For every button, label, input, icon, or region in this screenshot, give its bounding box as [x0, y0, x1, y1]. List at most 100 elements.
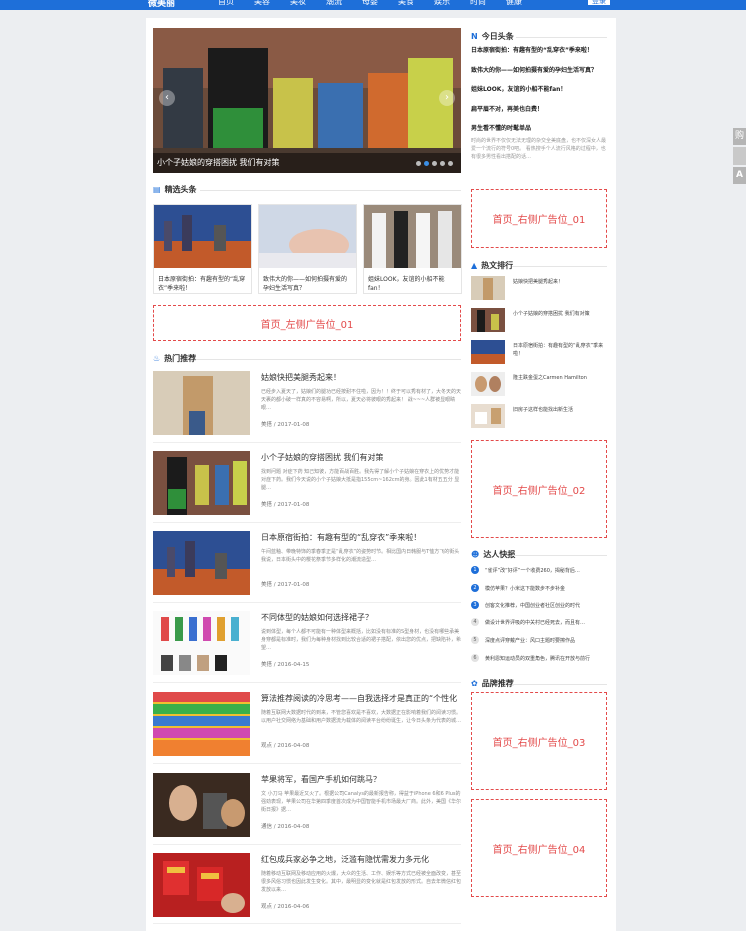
article-title[interactable]: 姑娘快把美腿秀起来！ — [261, 372, 341, 383]
ad-slot-right-04[interactable]: 首页_右侧广告位_04 — [471, 799, 607, 897]
divider — [516, 37, 607, 38]
site-logo[interactable]: 微美丽 — [148, 0, 175, 9]
article-item[interactable]: 算法推荐阅读的冷思考——自我选择才是真正的“个性化 随着互联网大数据时代的到来，… — [153, 692, 461, 760]
article-title[interactable]: 日本原宿街拍：有趣有型的“乱穿衣”季来啦！ — [261, 532, 421, 543]
article-title[interactable]: 小个子姑娘的穿搭困扰 我们有对策 — [261, 452, 384, 463]
hot-list-item[interactable]: 小个子姑娘的穿搭困扰 我们有对策 — [471, 308, 607, 332]
hot-list-item[interactable]: 隆主跌金蛋之Carmen Hamilton — [471, 372, 607, 396]
divider — [153, 844, 461, 845]
article-desc: 文 小刀马 苹果最近又火了。根据公司Canalys的最新报告称，得益于iPhon… — [261, 791, 461, 813]
flash-title[interactable]: “雀评”改“好评”一个收费260，揭秘背后… — [485, 567, 580, 574]
article-item[interactable]: 姑娘快把美腿秀起来！ 已经步入夏天了，姑娘们的腿功已经按耐不住啦，因为！！终于可… — [153, 371, 461, 439]
slider-dot-active[interactable] — [424, 161, 429, 166]
nav-item[interactable]: 美食 — [398, 0, 414, 7]
hot-list-item[interactable]: 旧房子这样也能找出新生活 — [471, 404, 607, 428]
flame-icon: ▲ — [471, 261, 478, 270]
article-meta: 美搭 / 2016-04-15 — [261, 662, 310, 668]
article-thumb — [153, 853, 250, 917]
hot-title[interactable]: 姑娘快把美腿秀起来！ — [513, 278, 605, 286]
hot-thumb — [471, 340, 505, 364]
article-thumb — [153, 531, 250, 595]
ad-slot-right-03[interactable]: 首页_右侧广告位_03 — [471, 692, 607, 790]
card-title[interactable]: 致伟大的你——如何拍摄有爱的孕妇生活写真？ — [259, 272, 356, 296]
card-title[interactable]: 姐妹LOOK，友谊的小船不能fan！ — [364, 272, 461, 296]
article-thumb — [153, 692, 250, 756]
hot-thumb — [471, 308, 505, 332]
article-title[interactable]: 苹果将军，看国产手机如何跳马？ — [261, 774, 381, 785]
ad-slot-right-02[interactable]: 首页_右侧广告位_02 — [471, 440, 607, 538]
today-news-heading: N 今日头条 — [471, 32, 514, 41]
article-item[interactable]: 不同体型的姑娘如何选择裙子？ 说到体型，每个人都不可能有一种体型来概括，比如没有… — [153, 611, 461, 679]
slider-dot[interactable] — [448, 161, 453, 166]
article-meta: 美搭 / 2017-01-08 — [261, 422, 310, 428]
article-title[interactable]: 不同体型的姑娘如何选择裙子？ — [261, 612, 373, 623]
today-news-item[interactable]: 致伟大的你——如何拍摄有爱的孕妇生活写真？ — [471, 65, 597, 74]
card-title[interactable]: 日本原宿街拍：有趣有型的“乱穿衣”季来啦！ — [154, 272, 251, 296]
nav-item[interactable]: 潮流 — [326, 0, 342, 7]
nav-item[interactable]: 娱乐 — [434, 0, 450, 7]
today-news-item[interactable]: 姐妹LOOK，友谊的小船不能fan！ — [471, 84, 566, 93]
flash-title[interactable]: 做设计世界评吸的中关村已经死去，而且有… — [485, 619, 585, 626]
article-desc: 随着移动互联网及移动应用的火爆，大众的生活、工作、娱乐等方式已经被全面改变，甚至… — [261, 871, 461, 893]
ad-slot-right-01[interactable]: 首页_右侧广告位_01 — [471, 189, 607, 248]
today-news-item[interactable]: 日本原宿街拍：有趣有型的“乱穿衣”季来啦！ — [471, 45, 593, 54]
slider-caption[interactable]: 小个子姑娘的穿搭困扰 我们有对策 — [153, 153, 461, 173]
article-item[interactable]: 日本原宿街拍：有趣有型的“乱穿衣”季来啦！ 午间蓝釉、带晚特饰的季春季正是“乱穿… — [153, 531, 461, 599]
slider-next-button[interactable]: › — [439, 90, 455, 106]
today-news-item[interactable]: 男生看不懂的时髦单品 — [471, 123, 531, 132]
flash-item[interactable]: 5 深度点评穿戴产业：风口主题时要擦作品 — [471, 633, 607, 647]
flash-item[interactable]: 6 黄利恩知运动员的双重角色，腾讯在开放与前行 — [471, 651, 607, 665]
rank-badge: 3 — [471, 601, 479, 609]
hot-list-item[interactable]: 姑娘快把美腿秀起来！ — [471, 276, 607, 300]
nav-item[interactable]: 美妆 — [290, 0, 306, 7]
brand-heading: ✿ 品牌推荐 — [471, 679, 514, 688]
flash-item[interactable]: 1 “雀评”改“好评”一个收费260，揭秘背后… — [471, 563, 607, 577]
hot-list-item[interactable]: 日本原宿街拍：有趣有型的“乱穿衣”季来啦！ — [471, 340, 607, 364]
slider-dot[interactable] — [416, 161, 421, 166]
rank-badge: 1 — [471, 566, 479, 574]
hot-title[interactable]: 小个子姑娘的穿搭困扰 我们有对策 — [513, 310, 605, 318]
divider — [153, 923, 461, 924]
hot-recommend-heading: ♨ 热门推荐 — [153, 354, 197, 363]
article-item[interactable]: 苹果将军，看国产手机如何跳马？ 文 小刀马 苹果最近又火了。根据公司Canaly… — [153, 773, 461, 841]
article-desc: 随着互联网大数据时代的到来，不管您喜欢是不喜欢，大数据正在影响着我们的阅读习惯。… — [261, 710, 461, 724]
nav-item[interactable]: 首页 — [218, 0, 234, 7]
article-item[interactable]: 小个子姑娘的穿搭困扰 我们有对策 找到问题 对症下药 知己知彼，方能百战百胜。我… — [153, 451, 461, 519]
flash-title[interactable]: 模仿苹果？小米这下能数步不步补金 — [485, 585, 565, 592]
featured-card[interactable]: 致伟大的你——如何拍摄有爱的孕妇生活写真？ — [258, 204, 357, 294]
slider-dot[interactable] — [432, 161, 437, 166]
article-title[interactable]: 红包成兵家必争之地，泛滥有隐忧需发力多元化 — [261, 854, 429, 865]
nav-item[interactable]: 美容 — [254, 0, 270, 7]
login-button[interactable]: 登录 — [588, 0, 610, 5]
flash-item[interactable]: 2 模仿苹果？小米这下能数步不步补金 — [471, 581, 607, 595]
hot-title[interactable]: 日本原宿街拍：有趣有型的“乱穿衣”季来啦！ — [513, 342, 605, 358]
featured-card[interactable]: 日本原宿街拍：有趣有型的“乱穿衣”季来啦！ — [153, 204, 252, 294]
hot-title[interactable]: 隆主跌金蛋之Carmen Hamilton — [513, 374, 605, 382]
article-meta: 美搭 / 2017-01-08 — [261, 582, 310, 588]
flash-title[interactable]: 创客文化推荐，中国创业者社区创业的时代 — [485, 602, 580, 609]
people-icon: ☻ — [471, 550, 480, 559]
ad-slot-left-01[interactable]: 首页_左侧广告位_01 — [153, 305, 461, 341]
article-desc: 午间蓝釉、带晚特饰的季春季正是“乱穿衣”的姿势时节。相比国内日韩服与T恤方飞的街… — [261, 549, 460, 563]
hot-title[interactable]: 旧房子这样也能找出新生活 — [513, 406, 605, 414]
article-desc: 已经步入夏天了，姑娘们的腿功已经按耐不住啦，因为！！终于可以秀有材了，大冬天的天… — [261, 389, 461, 411]
flash-item[interactable]: 3 创客文化推荐，中国创业者社区创业的时代 — [471, 598, 607, 612]
nav-item[interactable]: 时尚 — [470, 0, 486, 7]
flash-title[interactable]: 黄利恩知运动员的双重角色，腾讯在开放与前行 — [485, 655, 590, 662]
today-news-item[interactable]: 扁平眉不对，再美也白费！ — [471, 104, 543, 113]
hero-slider[interactable]: ‹ › 小个子姑娘的穿搭困扰 我们有对策 — [153, 28, 461, 173]
slider-prev-button[interactable]: ‹ — [159, 90, 175, 106]
article-item[interactable]: 红包成兵家必争之地，泛滥有隐忧需发力多元化 随着移动互联网及移动应用的火爆，大众… — [153, 853, 461, 921]
today-news-desc: 时尚的世界不仅仅无法无理的杂交全美底盘，也不仅深女人最爱一个流行的符号0吧。 看… — [471, 138, 607, 160]
side-tool-button[interactable]: 购 — [733, 128, 746, 145]
rank-badge: 4 — [471, 618, 479, 626]
article-title[interactable]: 算法推荐阅读的冷思考——自我选择才是真正的“个性化 — [261, 693, 457, 704]
main-nav: 首页 美容 美妆 潮流 母婴 美食 娱乐 时尚 健康 — [218, 0, 522, 7]
nav-item[interactable]: 健康 — [506, 0, 522, 7]
font-size-button[interactable]: A — [733, 167, 746, 184]
nav-item[interactable]: 母婴 — [362, 0, 378, 7]
flash-item[interactable]: 4 做设计世界评吸的中关村已经死去，而且有… — [471, 615, 607, 629]
featured-card[interactable]: 姐妹LOOK，友谊的小船不能fan！ — [363, 204, 462, 294]
slider-dot[interactable] — [440, 161, 445, 166]
flash-title[interactable]: 深度点评穿戴产业：风口主题时要擦作品 — [485, 637, 575, 644]
